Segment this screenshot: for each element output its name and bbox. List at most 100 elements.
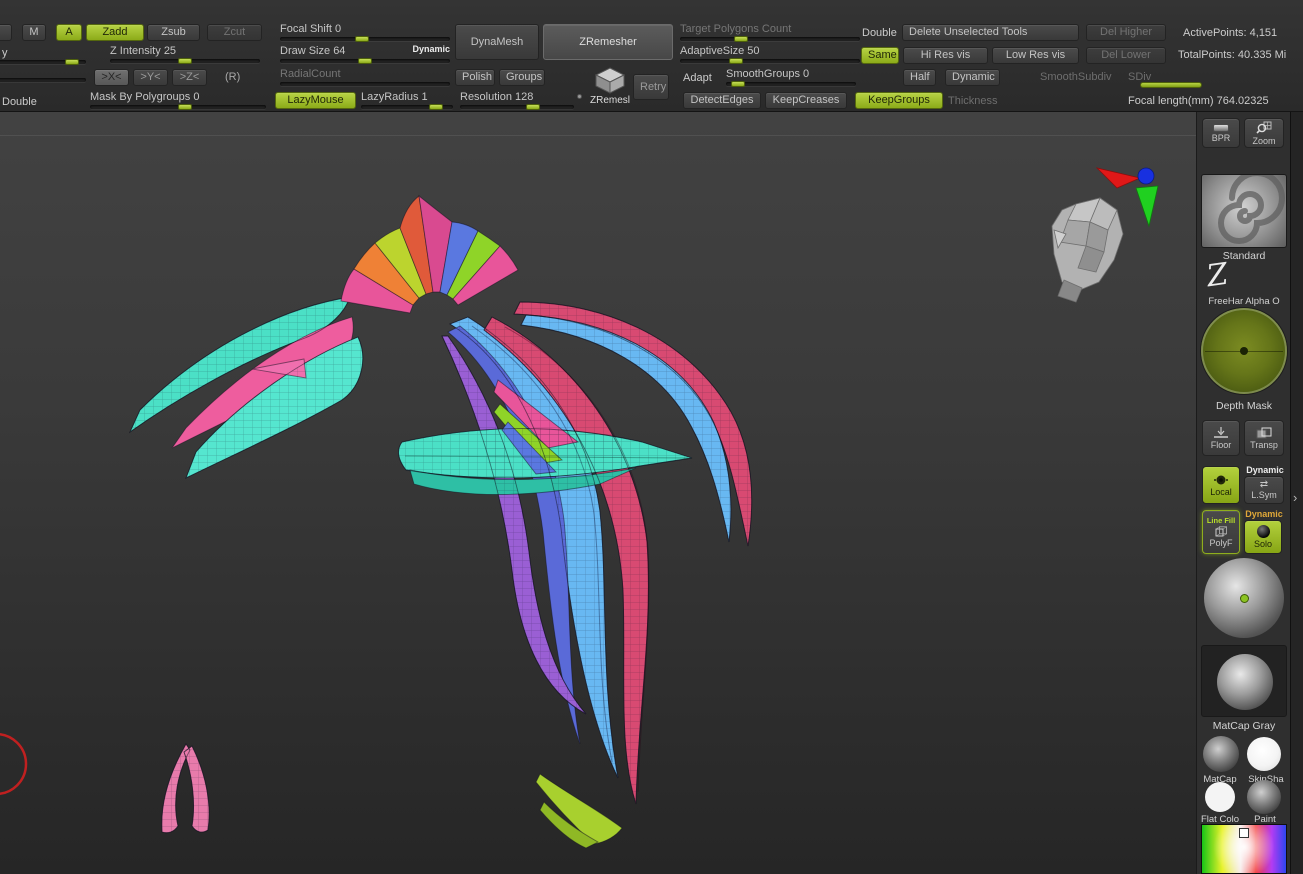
local-pivot-icon [1214, 475, 1228, 484]
slider-handle[interactable] [354, 36, 369, 42]
radial-r-label[interactable]: (R) [225, 71, 240, 83]
solo-button[interactable]: Solo [1244, 520, 1282, 554]
paint-sphere[interactable] [1247, 780, 1281, 814]
reference-head [1051, 197, 1124, 303]
solo-label: Solo [1253, 539, 1272, 549]
viewport-canvas[interactable] [0, 112, 1196, 874]
slider-track [361, 104, 453, 110]
low-res-vis-button[interactable]: Low Res vis [992, 47, 1079, 64]
lazyradius-slider[interactable]: LazyRadius 1 [361, 91, 453, 110]
zsub-button[interactable]: Zsub [147, 24, 200, 41]
adaptive-size-slider[interactable]: AdaptiveSize 50 [680, 45, 860, 64]
right-shelf: BPR Zoom Standard Z FreeHar Alpha O Dept… [1196, 112, 1290, 874]
zremesher-button[interactable]: ZRemesher [543, 24, 673, 60]
slider-handle[interactable] [734, 36, 748, 42]
solo-dynamic-label: Dynamic [1245, 509, 1283, 519]
bpr-button[interactable]: BPR [1202, 118, 1240, 148]
partial-button[interactable] [0, 24, 12, 41]
focal-shift-slider[interactable]: Focal Shift 0 [280, 23, 450, 42]
same-button[interactable]: Same [861, 47, 899, 64]
local-label: Local [1210, 486, 1232, 497]
mirror-y-button[interactable]: >Y< [133, 69, 168, 86]
mirror-z-button[interactable]: >Z< [172, 69, 207, 86]
partial-slider-track[interactable] [0, 59, 86, 65]
detect-edges-button[interactable]: DetectEdges [683, 92, 761, 109]
mrgb-button[interactable]: M [22, 24, 46, 41]
zoom-magnifier-icon [1256, 121, 1272, 134]
resolution-slider[interactable]: Resolution 128 [460, 91, 574, 110]
keep-groups-button[interactable]: KeepGroups [855, 92, 943, 109]
polyframe-button[interactable]: Line Fill PolyF [1202, 510, 1240, 554]
transp-button[interactable]: Transp [1244, 420, 1284, 456]
brush-spiral-icon [1218, 175, 1285, 244]
current-brush-tile[interactable] [1201, 174, 1287, 248]
mirror-x-button[interactable]: >X< [94, 69, 129, 86]
partial-slider-track[interactable] [0, 78, 86, 82]
floor-button[interactable]: Floor [1202, 420, 1240, 456]
hi-res-vis-button[interactable]: Hi Res vis [903, 47, 988, 64]
stroke-freehand-icon[interactable]: Z [1205, 257, 1231, 295]
slider-handle[interactable] [526, 104, 541, 110]
target-polygons-label: Target Polygons Count [680, 23, 792, 35]
current-material-sphere[interactable] [1204, 558, 1284, 638]
slider-handle[interactable] [731, 81, 746, 87]
polish-button[interactable]: Polish [455, 69, 495, 86]
groups-button[interactable]: Groups [499, 69, 545, 86]
del-lower-button: Del Lower [1086, 47, 1166, 64]
keep-creases-button[interactable]: KeepCreases [765, 92, 847, 109]
bpr-icon [1213, 123, 1229, 132]
axis-x-arrow [1095, 167, 1142, 189]
zremesher-tool-tile[interactable]: ZRemesl [588, 66, 632, 106]
delete-unselected-button[interactable]: Delete Unselected Tools [902, 24, 1079, 41]
axis-z-dot [1137, 167, 1155, 185]
transp-label: Transp [1250, 439, 1278, 450]
viewport-scene [0, 167, 1159, 849]
color-picker[interactable] [1201, 824, 1287, 874]
retry-button[interactable]: Retry [633, 74, 669, 100]
rgb-button[interactable]: A [56, 24, 82, 41]
active-points-stat: ActivePoints: 4,151 [1183, 27, 1278, 39]
matcap-gray-tile[interactable] [1201, 645, 1287, 717]
zoom-button[interactable]: Zoom [1244, 118, 1284, 148]
top-toolbar: M A Zadd Zsub Zcut Focal Shift 0 DynaMes… [0, 0, 1303, 112]
lazyradius-label: LazyRadius 1 [361, 91, 428, 103]
slider-handle[interactable] [429, 104, 444, 110]
slider-handle[interactable] [728, 58, 743, 64]
line-fill-label: Line Fill [1206, 516, 1236, 525]
focal-length-stat[interactable]: Focal length(mm) 764.02325 [1128, 95, 1269, 107]
z-intensity-slider[interactable]: Z Intensity 25 [110, 45, 260, 64]
panel-collapse-arrow[interactable]: › [1293, 490, 1297, 505]
sdiv-slider-bar[interactable] [1140, 82, 1202, 88]
slider-handle[interactable] [358, 58, 373, 64]
resolution-expand-dot[interactable] [577, 94, 582, 99]
radial-count-slider[interactable]: RadialCount [280, 68, 450, 86]
solo-sphere-icon [1256, 525, 1270, 538]
texture-depth-mask-tile[interactable] [1201, 308, 1287, 394]
color-swatch[interactable] [1239, 828, 1249, 838]
half-button[interactable]: Half [903, 69, 936, 86]
adaptive-size-label: AdaptiveSize 50 [680, 45, 760, 57]
local-button[interactable]: Local [1202, 466, 1240, 504]
edge-ring [0, 733, 28, 795]
target-polygons-slider[interactable]: Target Polygons Count [680, 23, 860, 42]
polyf-label: PolyF [1209, 538, 1233, 548]
flat-color-sphere[interactable] [1205, 782, 1235, 812]
mask-by-polygroups-slider[interactable]: Mask By Polygroups 0 [90, 91, 266, 110]
slider-handle[interactable] [178, 104, 192, 110]
zcut-button: Zcut [207, 24, 262, 41]
smooth-groups-label: SmoothGroups 0 [726, 68, 810, 80]
slider-handle[interactable] [65, 59, 80, 65]
dynamic-button[interactable]: Dynamic [945, 69, 1000, 86]
slider-track [280, 58, 450, 64]
lazymouse-button[interactable]: LazyMouse [275, 92, 356, 109]
double-partial-label[interactable]: Double [2, 96, 37, 108]
dynamesh-button[interactable]: DynaMesh [455, 24, 539, 60]
slider-track [680, 58, 860, 64]
lsym-button[interactable]: ⇄ L.Sym [1244, 476, 1284, 504]
adapt-label[interactable]: Adapt [683, 72, 712, 84]
smooth-groups-slider[interactable]: SmoothGroups 0 [726, 68, 856, 87]
zadd-button[interactable]: Zadd [86, 24, 144, 41]
slider-handle[interactable] [177, 58, 192, 64]
skinshade-sphere[interactable] [1247, 737, 1281, 771]
matcap-sphere[interactable] [1203, 736, 1239, 772]
